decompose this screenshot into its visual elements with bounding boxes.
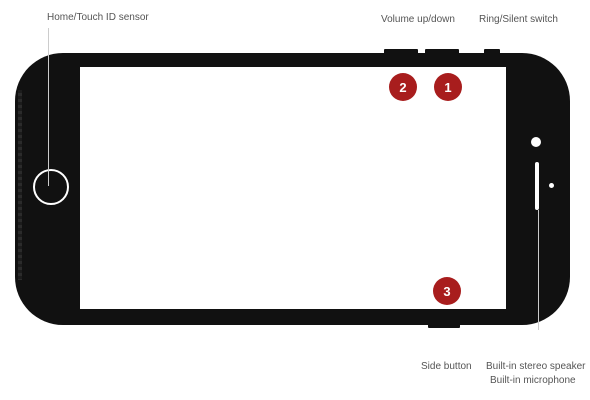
ring-silent-switch (484, 49, 500, 54)
home-label: Home/Touch ID sensor (47, 12, 149, 23)
speaker-leader-line (538, 210, 539, 330)
volume-label: Volume up/down (381, 14, 455, 25)
side-button-label: Side button (421, 361, 472, 372)
side-button (428, 323, 460, 328)
volume-down-button (384, 49, 418, 54)
callout-badge-1: 1 (434, 73, 462, 101)
volume-up-button (425, 49, 459, 54)
camera-dot (531, 137, 541, 147)
microphone-label: Built-in microphone (490, 375, 576, 386)
ring-label: Ring/Silent switch (479, 14, 558, 25)
speaker-label: Built-in stereo speaker (486, 361, 586, 372)
left-edge-texture (18, 90, 22, 280)
callout-badge-3: 3 (433, 277, 461, 305)
microphone-dot (549, 183, 554, 188)
speaker-grille (535, 162, 539, 210)
home-leader-line (48, 28, 49, 186)
screen (80, 67, 506, 309)
home-touch-id-sensor (33, 169, 69, 205)
callout-badge-2: 2 (389, 73, 417, 101)
